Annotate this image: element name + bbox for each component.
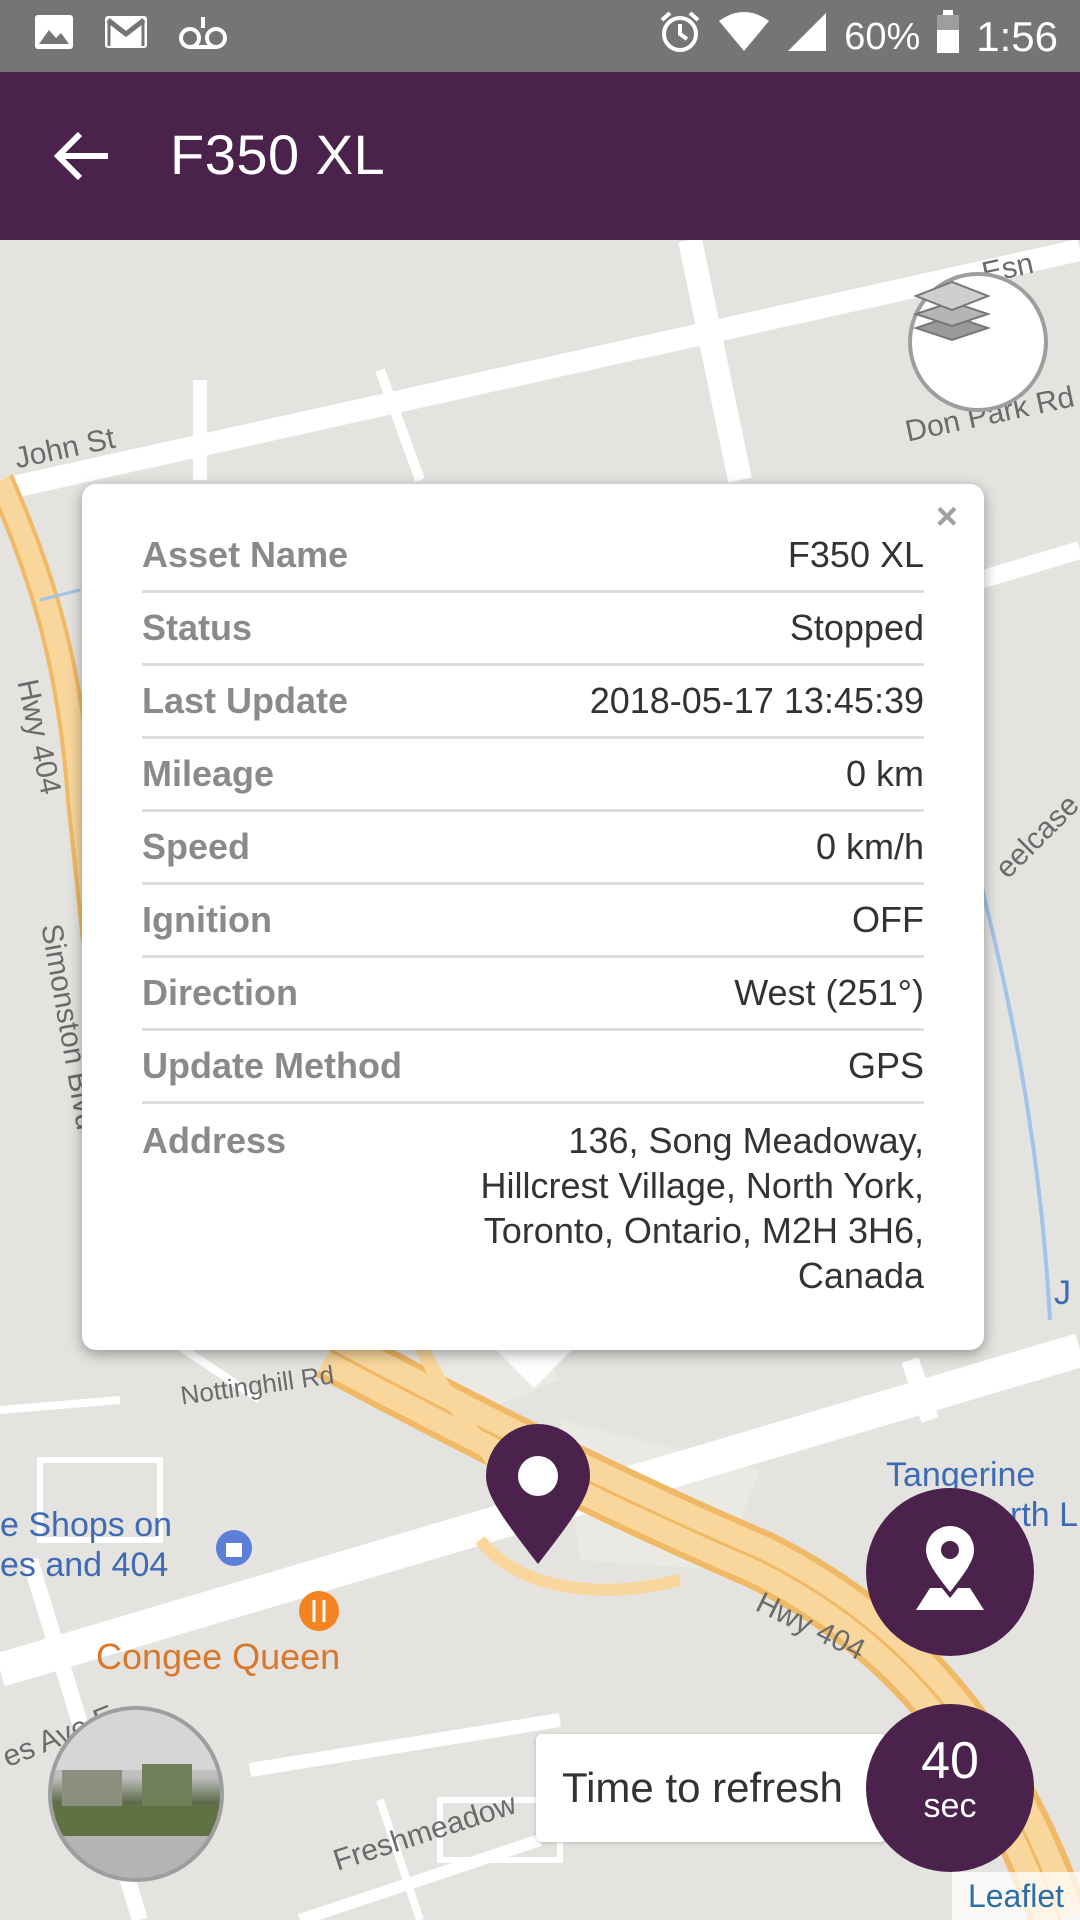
battery-percent: 60% [844,15,921,58]
info-value: F350 XL [442,520,924,593]
signal-icon [786,11,828,63]
address-line: 136, Song Meadoway, [568,1120,924,1161]
close-button[interactable]: × [936,496,958,539]
info-row-mileage: Mileage 0 km [142,737,924,812]
info-row-update-method: Update Method GPS [142,1029,924,1104]
info-value: Stopped [442,591,924,666]
address-line: Canada [797,1255,924,1296]
app-bar: F350 XL [0,72,1080,240]
refresh-label: Time to refresh [562,1764,843,1811]
address-value: 136, Song Meadoway, Hillcrest Village, N… [442,1103,924,1299]
popup-tip [494,1348,574,1388]
address-line: Toronto, Ontario, M2H 3H6, [483,1210,924,1251]
info-label: Ignition [142,883,442,958]
address-line: Hillcrest Village, North York, [480,1165,924,1206]
countdown-seconds: 40 [921,1732,979,1790]
info-row-last-update: Last Update 2018-05-17 13:45:39 [142,664,924,739]
refresh-timer-box: Time to refresh [536,1734,886,1842]
arrow-left-icon [48,131,124,198]
info-row-ignition: Ignition OFF [142,883,924,958]
map-label: e Shops on [0,1506,173,1544]
countdown-unit: sec [923,1787,977,1825]
page-title: F350 XL [170,123,386,186]
locate-asset-button[interactable] [866,1488,1034,1656]
map-label: es and 404 [0,1546,169,1584]
info-row-address: Address 136, Song Meadoway, Hillcrest Vi… [142,1103,924,1299]
map-label: J [1054,1274,1071,1312]
map-attribution-link[interactable]: Leaflet [952,1872,1080,1920]
location-pin-icon [912,1525,988,1619]
back-button[interactable] [48,118,124,194]
info-value: OFF [442,883,924,958]
asset-marker[interactable] [484,1424,592,1568]
clock: 1:56 [976,13,1058,60]
info-row-status: Status Stopped [142,591,924,666]
info-label: Status [142,591,442,666]
info-row-speed: Speed 0 km/h [142,810,924,885]
info-label: Direction [142,956,442,1031]
gmail-icon [104,15,148,54]
voicemail-icon [178,14,228,55]
info-label: Address [142,1120,287,1161]
info-value: 0 km/h [442,810,924,885]
info-row-direction: Direction West (251°) [142,956,924,1031]
map-label: Congee Queen [96,1636,341,1677]
layers-button[interactable] [908,272,1048,412]
status-bar: 60% 1:56 [0,0,1080,72]
street-view-thumbnail[interactable] [48,1706,224,1882]
asset-info-table: Asset Name F350 XL Status Stopped Last U… [142,520,924,1298]
info-value: West (251°) [442,956,924,1031]
info-label: Asset Name [142,520,442,593]
street-view-image [52,1710,220,1878]
image-icon [34,14,74,55]
info-label: Mileage [142,737,442,812]
map-pin-icon [484,1424,592,1572]
refresh-countdown[interactable]: 40 sec [866,1704,1034,1872]
info-value: 0 km [442,737,924,812]
wifi-icon [718,11,770,63]
info-label: Speed [142,810,442,885]
info-value: 2018-05-17 13:45:39 [442,664,924,739]
battery-icon [936,10,960,64]
info-row-asset-name: Asset Name F350 XL [142,520,924,593]
info-label: Update Method [142,1029,442,1104]
asset-info-popup: × Asset Name F350 XL Status Stopped Last… [82,484,984,1350]
info-value: GPS [442,1029,924,1104]
alarm-icon [658,10,702,64]
info-label: Last Update [142,664,442,739]
